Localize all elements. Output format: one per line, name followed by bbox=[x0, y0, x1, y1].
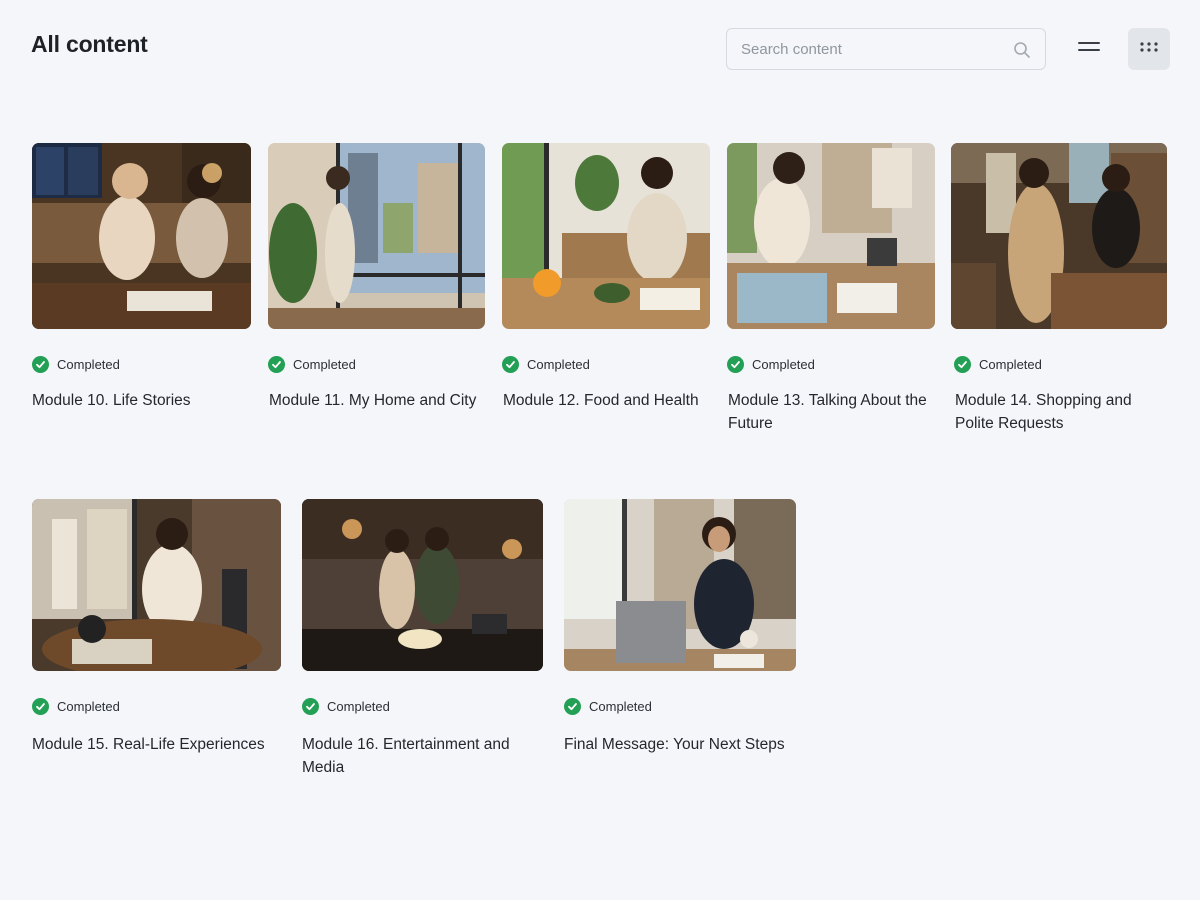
search-box[interactable] bbox=[726, 28, 1046, 70]
search-input[interactable] bbox=[727, 29, 1007, 69]
status-label: Completed bbox=[527, 357, 590, 372]
grid-view-icon bbox=[1139, 40, 1159, 58]
list-view-icon bbox=[1078, 40, 1100, 58]
module-card[interactable]: Completed Module 10. Life Stories bbox=[32, 143, 252, 409]
module-card[interactable]: Completed Final Message: Your Next Steps bbox=[564, 499, 797, 753]
module-title[interactable]: Final Message: Your Next Steps bbox=[564, 733, 814, 756]
check-circle-icon bbox=[502, 356, 519, 373]
check-circle-icon bbox=[727, 356, 744, 373]
check-circle-icon bbox=[564, 698, 581, 715]
status-badge: Completed bbox=[302, 698, 390, 715]
list-view-button[interactable] bbox=[1068, 28, 1110, 70]
module-thumbnail[interactable] bbox=[727, 143, 935, 329]
status-label: Completed bbox=[752, 357, 815, 372]
status-badge: Completed bbox=[32, 698, 120, 715]
module-thumbnail[interactable] bbox=[564, 499, 796, 671]
module-thumbnail[interactable] bbox=[32, 143, 251, 329]
status-label: Completed bbox=[293, 357, 356, 372]
check-circle-icon bbox=[302, 698, 319, 715]
check-circle-icon bbox=[32, 698, 49, 715]
module-title[interactable]: Module 12. Food and Health bbox=[503, 389, 711, 412]
module-title[interactable]: Module 15. Real-Life Experiences bbox=[32, 733, 282, 756]
check-circle-icon bbox=[954, 356, 971, 373]
search-icon[interactable] bbox=[1013, 41, 1031, 59]
module-thumbnail[interactable] bbox=[302, 499, 543, 671]
status-label: Completed bbox=[57, 357, 120, 372]
module-title[interactable]: Module 16. Entertainment and Media bbox=[302, 733, 552, 779]
module-title[interactable]: Module 10. Life Stories bbox=[32, 389, 247, 412]
module-card[interactable]: Completed Module 16. Entertainment and M… bbox=[302, 499, 546, 776]
module-thumbnail[interactable] bbox=[951, 143, 1167, 329]
status-badge: Completed bbox=[954, 356, 1042, 373]
module-title[interactable]: Module 14. Shopping and Polite Requests bbox=[955, 389, 1155, 435]
module-title[interactable]: Module 11. My Home and City bbox=[269, 389, 489, 412]
top-bar: All content bbox=[0, 0, 1200, 100]
module-title[interactable]: Module 13. Talking About the Future bbox=[728, 389, 928, 435]
status-badge: Completed bbox=[502, 356, 590, 373]
status-label: Completed bbox=[327, 699, 390, 714]
page-title: All content bbox=[31, 31, 148, 57]
module-thumbnail[interactable] bbox=[32, 499, 281, 671]
status-badge: Completed bbox=[564, 698, 652, 715]
status-badge: Completed bbox=[727, 356, 815, 373]
check-circle-icon bbox=[32, 356, 49, 373]
grid-view-button[interactable] bbox=[1128, 28, 1170, 70]
module-card[interactable]: Completed Module 14. Shopping and Polite… bbox=[951, 143, 1168, 432]
module-thumbnail[interactable] bbox=[502, 143, 710, 329]
module-card[interactable]: Completed Module 12. Food and Health bbox=[502, 143, 711, 409]
module-card[interactable]: Completed Module 15. Real-Life Experienc… bbox=[32, 499, 282, 753]
status-badge: Completed bbox=[32, 356, 120, 373]
status-label: Completed bbox=[979, 357, 1042, 372]
module-card[interactable]: Completed Module 11. My Home and City bbox=[268, 143, 486, 409]
module-card[interactable]: Completed Module 13. Talking About the F… bbox=[727, 143, 936, 432]
status-label: Completed bbox=[589, 699, 652, 714]
status-badge: Completed bbox=[268, 356, 356, 373]
module-thumbnail[interactable] bbox=[268, 143, 485, 329]
check-circle-icon bbox=[268, 356, 285, 373]
status-label: Completed bbox=[57, 699, 120, 714]
